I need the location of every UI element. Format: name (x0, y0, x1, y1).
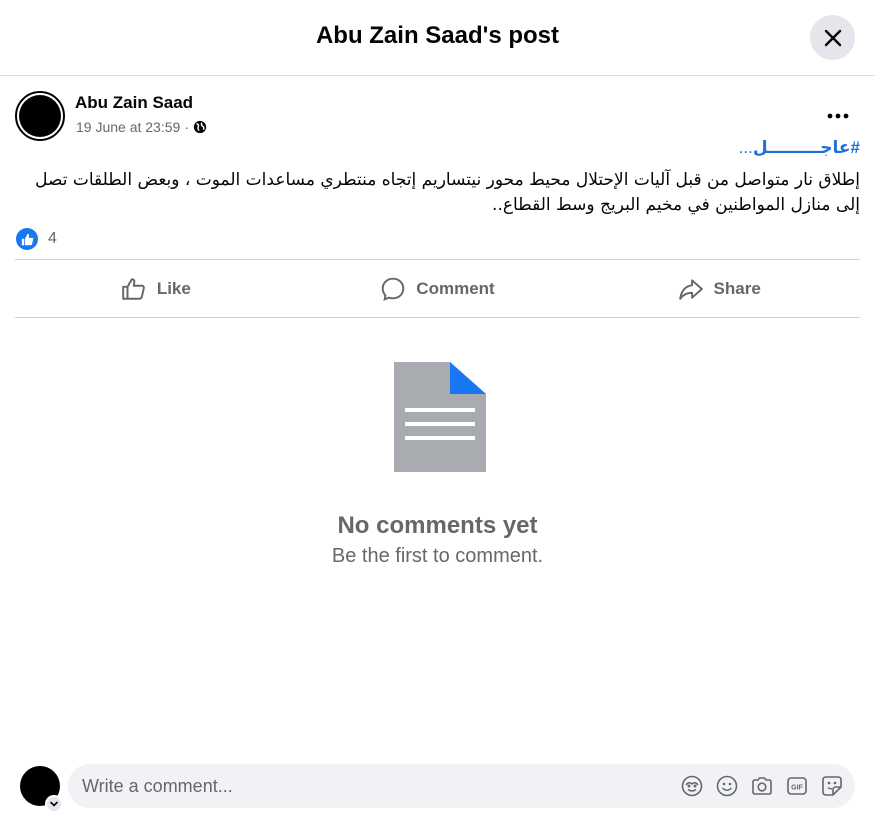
reaction-count: 4 (48, 230, 57, 247)
emoji-icon (716, 775, 738, 797)
gif-button[interactable]: GIF (786, 775, 808, 797)
sticker-icon (822, 776, 842, 796)
dialog-header: Abu Zain Saad's post (0, 0, 875, 76)
avatar-sticker-button[interactable] (681, 775, 703, 797)
share-arrow-icon (678, 278, 703, 300)
like-reaction-icon (16, 228, 38, 250)
avatar-sticker-icon (681, 775, 703, 797)
comment-bubble-icon (382, 277, 405, 301)
meta-separator: · (184, 119, 189, 135)
post-hashtag-line: #عاجـــــــــل... (739, 138, 860, 158)
share-button[interactable]: Share (578, 260, 860, 317)
camera-button[interactable] (751, 775, 773, 797)
comment-box: GIF (68, 764, 855, 808)
svg-text:GIF: GIF (791, 785, 803, 792)
gif-icon: GIF (787, 777, 807, 795)
comment-label: Comment (416, 278, 495, 298)
more-dots-icon (827, 113, 849, 119)
share-label: Share (713, 278, 761, 298)
like-label: Like (156, 278, 191, 298)
sticker-button[interactable] (821, 775, 843, 797)
comment-button[interactable]: Comment (297, 260, 579, 317)
emoji-button[interactable] (716, 775, 738, 797)
post-action-bar: Like Comment Share (15, 259, 860, 318)
post-meta: 19 June at 23:59 · (76, 119, 207, 135)
more-options-button[interactable] (823, 101, 853, 131)
dialog-title: Abu Zain Saad's post (315, 22, 560, 49)
globe-icon (193, 120, 207, 134)
document-icon (394, 362, 486, 472)
comment-input[interactable] (82, 764, 662, 808)
avatar-image (19, 95, 61, 137)
post-text: إطلاق نار متواصل من قبل آليات الإحتلال م… (35, 170, 860, 215)
reaction-summary[interactable]: 4 (16, 228, 57, 250)
comment-composer: GIF (0, 750, 875, 832)
close-button[interactable] (810, 15, 855, 60)
camera-icon (752, 777, 772, 795)
author-name[interactable]: Abu Zain Saad (75, 93, 193, 113)
close-icon (824, 29, 841, 46)
profile-switch-button[interactable] (45, 795, 63, 813)
see-more-link[interactable]: ... (739, 138, 753, 157)
chevron-down-icon (50, 801, 58, 807)
post-timestamp[interactable]: 19 June at 23:59 (76, 119, 180, 135)
hashtag-link[interactable]: #عاجـــــــــل (753, 138, 860, 157)
empty-state-subtitle: Be the first to comment. (331, 545, 544, 567)
like-button[interactable]: Like (15, 260, 297, 317)
post-header: Abu Zain Saad 19 June at 23:59 · (15, 91, 860, 141)
empty-state-title: No comments yet (337, 512, 538, 539)
thumbs-up-icon (122, 277, 145, 300)
